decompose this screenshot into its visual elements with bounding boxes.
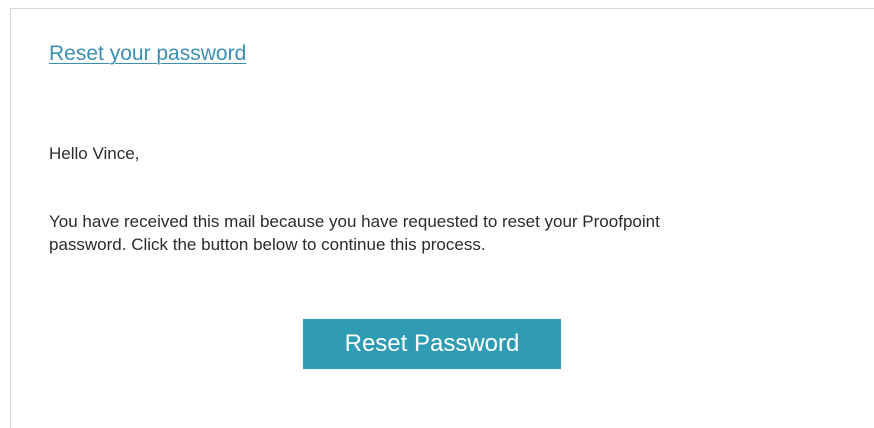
- body-line-2: password. Click the button below to cont…: [49, 235, 486, 254]
- greeting-text: Hello Vince,: [49, 144, 140, 163]
- email-body: You have received this mail because you …: [49, 210, 874, 256]
- body-line-1: You have received this mail because you …: [49, 212, 660, 231]
- email-container: Reset your password Hello Vince, You hav…: [10, 8, 874, 428]
- reset-password-button[interactable]: Reset Password: [303, 319, 561, 369]
- reset-password-link[interactable]: Reset your password: [49, 42, 246, 66]
